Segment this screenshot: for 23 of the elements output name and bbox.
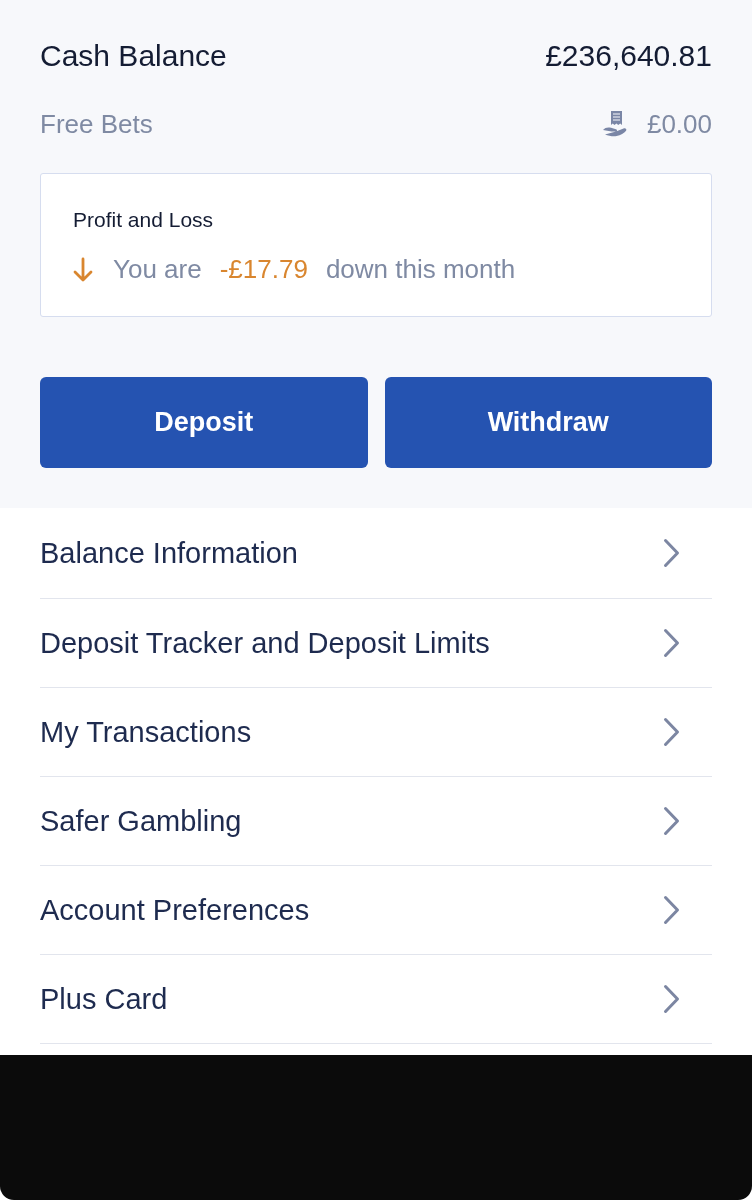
- profit-loss-prefix: You are: [113, 253, 202, 285]
- menu-item[interactable]: Safer Gambling: [40, 777, 712, 866]
- chevron-right-icon: [663, 717, 681, 747]
- menu-item[interactable]: Deposit Tracker and Deposit Limits: [40, 599, 712, 688]
- withdraw-button[interactable]: Withdraw: [384, 377, 712, 468]
- menu-item[interactable]: Balance Information: [40, 508, 712, 599]
- cash-balance-label: Cash Balance: [40, 39, 227, 73]
- chevron-right-icon: [663, 806, 681, 836]
- cash-balance-amount: £236,640.81: [545, 39, 712, 73]
- menu-item[interactable]: Account Preferences: [40, 866, 712, 955]
- profit-loss-amount: -£17.79: [219, 253, 308, 285]
- menu-item[interactable]: Plus Card: [40, 955, 712, 1044]
- free-bets-amount: £0.00: [646, 108, 712, 140]
- profit-loss-suffix: down this month: [325, 253, 516, 285]
- deposit-button[interactable]: Deposit: [40, 377, 368, 468]
- chevron-right-icon: [663, 984, 681, 1014]
- chevron-right-icon: [663, 628, 681, 658]
- hand-receipt-icon: [602, 110, 629, 138]
- chevron-right-icon: [663, 895, 681, 925]
- chevron-right-icon: [663, 538, 681, 568]
- profit-loss-title: Profit and Loss: [73, 207, 214, 233]
- free-bets-label: Free Bets: [40, 108, 153, 140]
- menu-item[interactable]: My Transactions: [40, 688, 712, 777]
